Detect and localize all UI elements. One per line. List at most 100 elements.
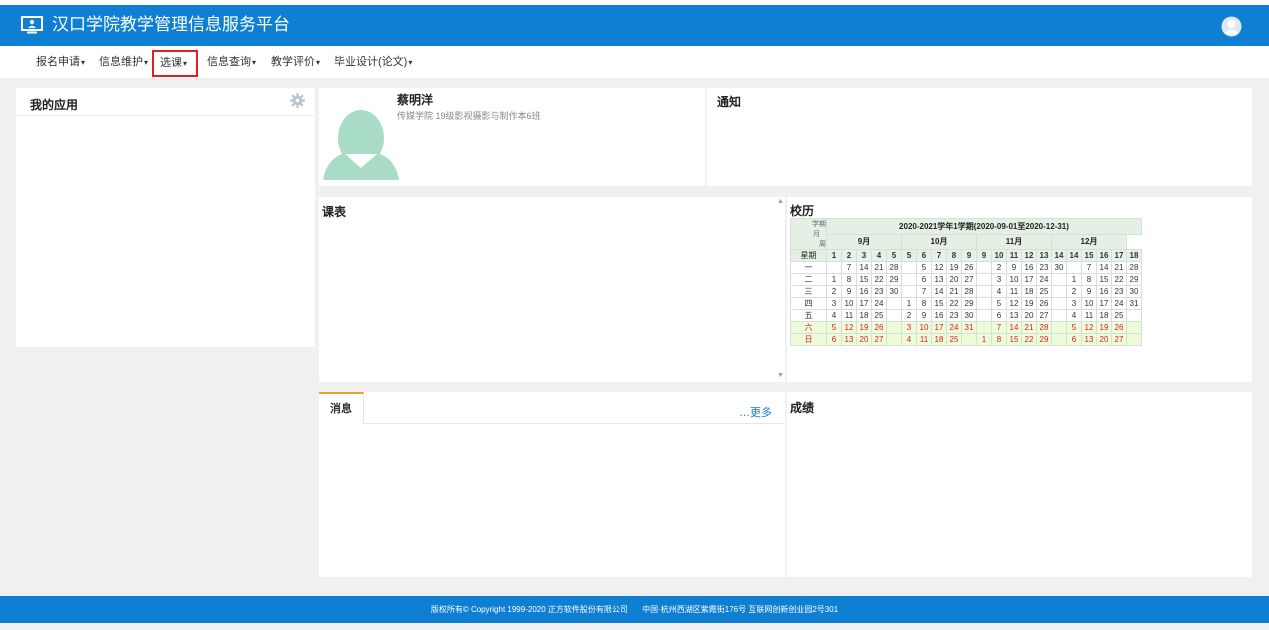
calendar-date: 19 — [856, 321, 872, 334]
nav-item-info-maintenance[interactable]: 信息维护▾ — [93, 50, 154, 77]
calendar-date: 19 — [946, 261, 962, 274]
calendar-date: 6 — [1066, 333, 1082, 346]
calendar-panel: 校历 学期 月 周 2020-2021学年1学期(2020-09-01至2020… — [787, 197, 1252, 382]
more-link[interactable]: …更多 — [739, 404, 772, 420]
nav-item-course-selection[interactable]: 选课▾ — [152, 50, 198, 77]
scroll-down-icon[interactable]: ▼ — [777, 372, 784, 379]
calendar-date — [1066, 261, 1082, 274]
calendar-date: 20 — [1021, 309, 1037, 322]
calendar-date: 2 — [826, 285, 842, 298]
calendar-date: 13 — [931, 273, 947, 286]
main-nav: 报名申请▾ 信息维护▾ 选课▾ 信息查询▾ 教学评价▾ 毕业设计(论文)▾ — [0, 46, 1269, 78]
calendar-week-number: 12 — [1021, 249, 1037, 262]
calendar-week-number: 11 — [1006, 249, 1022, 262]
calendar-date: 17 — [931, 321, 947, 334]
calendar-date: 21 — [1021, 321, 1037, 334]
calendar-date — [1051, 297, 1067, 310]
calendar-date — [826, 261, 842, 274]
calendar-date: 16 — [931, 309, 947, 322]
calendar-date: 22 — [1021, 333, 1037, 346]
calendar-date: 23 — [871, 285, 887, 298]
calendar-date — [1051, 285, 1067, 298]
caret-down-icon: ▾ — [316, 58, 321, 67]
calendar-date: 11 — [1081, 309, 1097, 322]
calendar-weekday: 六 — [790, 321, 827, 334]
calendar-date — [976, 285, 992, 298]
calendar-week-number: 1 — [826, 249, 842, 262]
calendar-date: 13 — [1081, 333, 1097, 346]
calendar-date: 15 — [931, 297, 947, 310]
calendar-date: 9 — [841, 285, 857, 298]
calendar-date: 26 — [961, 261, 977, 274]
calendar-date: 26 — [1036, 297, 1052, 310]
top-bar: 汉口学院教学管理信息服务平台 — [0, 0, 1269, 46]
calendar-date: 15 — [1006, 333, 1022, 346]
calendar-date: 15 — [856, 273, 872, 286]
notice-title: 通知 — [717, 95, 742, 109]
calendar-date — [886, 309, 902, 322]
calendar-date: 22 — [871, 273, 887, 286]
calendar-date — [976, 273, 992, 286]
calendar-date: 18 — [856, 309, 872, 322]
schedule-scrollbar[interactable]: ▲ ▼ — [775, 198, 785, 382]
calendar-week-number: 5 — [886, 249, 902, 262]
calendar-date: 29 — [961, 297, 977, 310]
calendar-week-number: 6 — [916, 249, 932, 262]
calendar-date: 28 — [961, 285, 977, 298]
calendar-week-number: 4 — [871, 249, 887, 262]
calendar-date: 12 — [841, 321, 857, 334]
caret-down-icon: ▾ — [408, 58, 413, 67]
student-name: 蔡明洋 — [397, 93, 434, 107]
nav-item-info-query[interactable]: 信息查询▾ — [201, 50, 262, 77]
user-avatar-icon[interactable] — [1221, 16, 1242, 37]
calendar-date — [961, 333, 977, 346]
calendar-date: 14 — [931, 285, 947, 298]
calendar-date: 27 — [961, 273, 977, 286]
calendar-date: 24 — [1111, 297, 1127, 310]
calendar-date: 14 — [1006, 321, 1022, 334]
calendar-date: 4 — [901, 333, 917, 346]
monitor-user-icon — [21, 16, 43, 34]
calendar-date: 12 — [931, 261, 947, 274]
calendar-week-number: 18 — [1126, 249, 1142, 262]
gear-icon[interactable] — [290, 93, 305, 108]
notice-panel: 通知 — [707, 88, 1252, 186]
calendar-week-number: 3 — [856, 249, 872, 262]
calendar-date: 12 — [1006, 297, 1022, 310]
calendar-weekday: 一 — [790, 261, 827, 274]
calendar-date: 18 — [1096, 309, 1112, 322]
calendar-week-number: 9 — [961, 249, 977, 262]
calendar-date: 20 — [946, 273, 962, 286]
calendar-date: 17 — [856, 297, 872, 310]
schedule-title: 课表 — [322, 205, 347, 219]
calendar-date: 16 — [856, 285, 872, 298]
calendar-date — [1051, 321, 1067, 334]
calendar-date — [886, 333, 902, 346]
calendar-date: 18 — [1021, 285, 1037, 298]
nav-item-registration[interactable]: 报名申请▾ — [30, 50, 91, 77]
calendar-date: 30 — [1126, 285, 1142, 298]
calendar-date: 29 — [1036, 333, 1052, 346]
calendar-date: 5 — [826, 321, 842, 334]
calendar-date: 19 — [1021, 297, 1037, 310]
calendar-date: 10 — [1006, 273, 1022, 286]
nav-item-teaching-evaluation[interactable]: 教学评价▾ — [265, 50, 326, 77]
calendar-month: 9月 — [826, 233, 902, 250]
tab-news[interactable]: 消息 — [319, 392, 364, 424]
app-title: 汉口学院教学管理信息服务平台 — [52, 15, 290, 34]
calendar-week-number: 16 — [1096, 249, 1112, 262]
calendar-week-number: 13 — [1036, 249, 1052, 262]
calendar-month: 12月 — [1051, 233, 1127, 250]
grades-title: 成绩 — [790, 401, 815, 415]
calendar-date: 25 — [1036, 285, 1052, 298]
scroll-up-icon[interactable]: ▲ — [777, 198, 784, 205]
calendar-term: 2020-2021学年1学期(2020-09-01至2020-12-31) — [826, 218, 1142, 235]
calendar-date: 8 — [916, 297, 932, 310]
nav-item-graduation-design[interactable]: 毕业设计(论文)▾ — [328, 50, 418, 77]
calendar-week-number: 14 — [1066, 249, 1082, 262]
calendar-corner: 学期 月 周 — [790, 218, 827, 250]
calendar-date: 10 — [1081, 297, 1097, 310]
calendar-date: 10 — [841, 297, 857, 310]
calendar-date — [901, 285, 917, 298]
calendar-date: 29 — [886, 273, 902, 286]
